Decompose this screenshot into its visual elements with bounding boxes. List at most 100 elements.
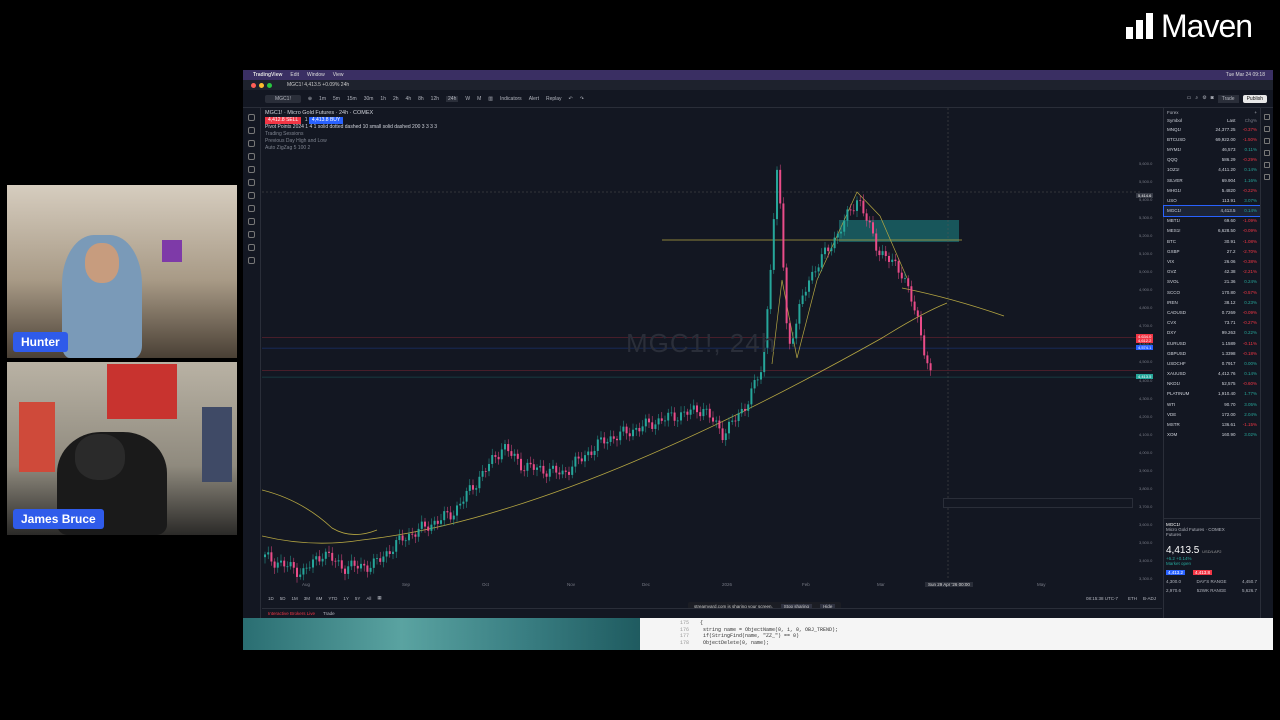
range-button[interactable]: 1M: [292, 596, 298, 601]
range-button[interactable]: All: [366, 596, 371, 601]
watchlist-row[interactable]: IREN 38.12 0.23%: [1164, 297, 1260, 307]
watchlist-row[interactable]: SILVER 69.904 1.16%: [1164, 175, 1260, 185]
text-icon[interactable]: [248, 166, 255, 173]
camera-icon[interactable]: ◙: [1211, 95, 1214, 103]
range-button[interactable]: 6M: [316, 596, 322, 601]
add-symbol-icon[interactable]: ⊕: [308, 96, 312, 102]
crosshair-icon[interactable]: [248, 114, 255, 121]
indicator-sessions[interactable]: Trading Sessions: [265, 131, 437, 138]
eye-icon[interactable]: [248, 244, 255, 251]
candles-icon[interactable]: ▥: [488, 96, 493, 102]
watchlist-row[interactable]: XOM 160.90 3.02%: [1164, 430, 1260, 440]
interval-button[interactable]: 4h: [406, 96, 412, 102]
watchlist-row[interactable]: SVOL 21.36 0.24%: [1164, 277, 1260, 287]
indicators-button[interactable]: Indicators: [500, 96, 522, 102]
close-window-icon[interactable]: [251, 82, 256, 88]
menu-item[interactable]: TradingView: [253, 72, 282, 78]
watchlist-row[interactable]: WTI 90.70 3.05%: [1164, 399, 1260, 409]
browser-tab[interactable]: MGC1! 4,413.5 +0.09% 24h: [287, 82, 349, 88]
trendline-icon[interactable]: [248, 127, 255, 134]
fib-icon[interactable]: [248, 140, 255, 147]
col-last[interactable]: Last: [1206, 118, 1236, 123]
watchlist-row[interactable]: GVZ 42.38 -2.21%: [1164, 267, 1260, 277]
range-button[interactable]: 1Y: [343, 596, 349, 601]
layout-icon[interactable]: ▭: [1187, 95, 1192, 103]
news-icon[interactable]: [1264, 150, 1270, 156]
interval-button[interactable]: 5m: [333, 96, 340, 102]
watchlist-row[interactable]: USDCHF 0.7917 0.00%: [1164, 358, 1260, 368]
col-chg[interactable]: Chg%: [1235, 118, 1257, 123]
watchlist-row[interactable]: MNQ1! 24,377.25 -0.37%: [1164, 124, 1260, 134]
watchlist-add-icon[interactable]: +: [1254, 110, 1257, 115]
trash-icon[interactable]: [248, 257, 255, 264]
alerts-icon[interactable]: [1264, 126, 1270, 132]
col-symbol[interactable]: Symbol: [1167, 118, 1206, 123]
settings-icon[interactable]: ⚙: [1202, 95, 1206, 103]
watchlist-row[interactable]: XAUUSD 4,412.76 0.14%: [1164, 369, 1260, 379]
watchlist-row[interactable]: SCCO 170.80 -0.57%: [1164, 287, 1260, 297]
interval-button-active[interactable]: 24h: [446, 95, 459, 102]
watchlist-icon[interactable]: [1264, 114, 1270, 120]
lock-icon[interactable]: [248, 231, 255, 238]
sell-button[interactable]: 4,412.8 SELL: [265, 117, 302, 124]
interval-button[interactable]: 30m: [364, 96, 374, 102]
watchlist-row[interactable]: CADUSD 0.7269 -0.09%: [1164, 307, 1260, 317]
watchlist-row[interactable]: 1OZ1! 4,411.20 0.14%: [1164, 165, 1260, 175]
indicator-pivots[interactable]: Pivot Points 2024 1 4 1 solid dotted das…: [265, 124, 437, 131]
watchlist-row[interactable]: USO 113.91 3.07%: [1164, 195, 1260, 205]
undo-icon[interactable]: ↶: [569, 96, 573, 102]
measure-icon[interactable]: [248, 192, 255, 199]
interval-button[interactable]: W: [465, 96, 470, 102]
maximize-window-icon[interactable]: [267, 82, 272, 88]
search-icon[interactable]: ⌕: [1195, 95, 1198, 103]
time-axis[interactable]: AugSepOctNovDec2026FebMarAprMay: [262, 582, 1182, 590]
interval-button[interactable]: M: [477, 96, 481, 102]
watchlist-row[interactable]: MGC1! 4,413.5 0.14%: [1163, 204, 1261, 217]
watchlist-row[interactable]: MBT1! 69.60 -1.09%: [1164, 216, 1260, 226]
publish-button[interactable]: Publish: [1242, 94, 1267, 103]
trade-tab[interactable]: Trade: [323, 611, 335, 616]
minimize-window-icon[interactable]: [259, 82, 264, 88]
watchlist-row[interactable]: BTC 30.91 -1.08%: [1164, 236, 1260, 246]
range-button[interactable]: 5D: [280, 596, 286, 601]
replay-button[interactable]: Replay: [546, 96, 562, 102]
adjust-toggle[interactable]: B-ADJ: [1143, 596, 1156, 601]
zoom-icon[interactable]: [248, 205, 255, 212]
magnet-icon[interactable]: [248, 218, 255, 225]
buy-button[interactable]: 4,413.8 BUY: [308, 117, 344, 124]
watchlist-row[interactable]: MHG1! 5.4820 -0.22%: [1164, 185, 1260, 195]
watchlist-row[interactable]: EURUSD 1.1589 -0.11%: [1164, 338, 1260, 348]
interval-button[interactable]: 15m: [347, 96, 357, 102]
watchlist-title[interactable]: Forex: [1167, 110, 1179, 115]
interval-button[interactable]: 1h: [380, 96, 386, 102]
floating-drawing-toolbar[interactable]: [943, 498, 1133, 508]
interval-button[interactable]: 12h: [431, 96, 439, 102]
calendar-icon[interactable]: [1264, 162, 1270, 168]
range-button[interactable]: YTD: [328, 596, 337, 601]
watchlist-row[interactable]: MES1! 6,628.50 -0.09%: [1164, 226, 1260, 236]
ideas-icon[interactable]: [1264, 174, 1270, 180]
watchlist-row[interactable]: PLATINUM 1,910.40 1.77%: [1164, 389, 1260, 399]
range-button[interactable]: 1D: [268, 596, 274, 601]
interval-button[interactable]: 1m: [319, 96, 326, 102]
watchlist-row[interactable]: QQQ 586.29 -0.29%: [1164, 155, 1260, 165]
watchlist-row[interactable]: DXY 99.263 0.22%: [1164, 328, 1260, 338]
calendar-icon[interactable]: ▦: [377, 595, 381, 601]
broker-tab[interactable]: Interactive Brokers Live: [268, 611, 315, 616]
indicator-prev-day[interactable]: Previous Day High and Low: [265, 138, 437, 145]
alert-button[interactable]: Alert: [529, 96, 539, 102]
menu-item[interactable]: Edit: [290, 72, 299, 78]
range-button[interactable]: 5Y: [355, 596, 361, 601]
menu-item[interactable]: View: [333, 72, 344, 78]
range-button[interactable]: 3M: [304, 596, 310, 601]
watchlist-row[interactable]: MYM1! 46,573 0.11%: [1164, 144, 1260, 154]
interval-button[interactable]: 8h: [418, 96, 424, 102]
watchlist-row[interactable]: VIX 26.06 -0.38%: [1164, 256, 1260, 266]
watchlist-row[interactable]: VDE 172.00 2.04%: [1164, 409, 1260, 419]
detail-ask[interactable]: 4,413.8: [1193, 570, 1213, 575]
interval-button[interactable]: 2h: [393, 96, 399, 102]
watchlist-row[interactable]: BTCUSD 69,922.00 -1.50%: [1164, 134, 1260, 144]
watchlist-row[interactable]: MSTR 136.61 -1.15%: [1164, 419, 1260, 429]
indicator-zigzag[interactable]: Auto ZigZag 5 100 2: [265, 145, 437, 152]
symbol-search-button[interactable]: MGC1!: [265, 94, 301, 103]
